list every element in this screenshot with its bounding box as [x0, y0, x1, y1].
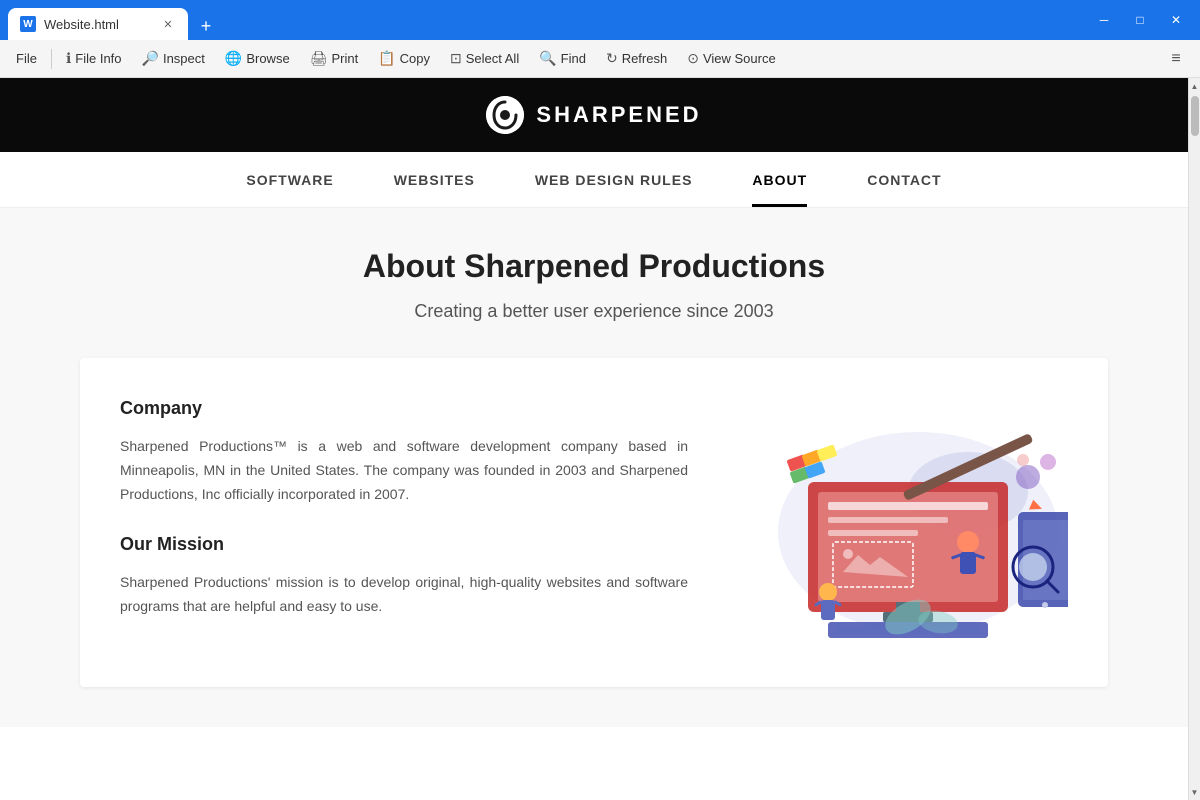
scrollbar-thumb[interactable] [1191, 96, 1199, 136]
browser-content: SHARPENED SOFTWARE WEBSITES WEB DESIGN R… [0, 78, 1200, 800]
site-header: SHARPENED [0, 78, 1188, 152]
inspect-icon: 🔎 [142, 50, 159, 67]
file-button[interactable]: File [8, 47, 45, 70]
tab-favicon: W [20, 16, 36, 32]
copy-icon: 📋 [378, 50, 395, 67]
print-label: Print [331, 51, 358, 66]
mission-heading: Our Mission [120, 534, 688, 555]
print-icon: 🖨 [310, 50, 328, 67]
tab-title: Website.html [44, 17, 152, 32]
tab-close-button[interactable]: ✕ [160, 16, 176, 32]
find-label: Find [561, 51, 586, 66]
page-title: About Sharpened Productions [80, 248, 1108, 285]
window-controls: ─ □ ✕ [1088, 4, 1192, 36]
file-info-button[interactable]: ℹ File Info [58, 46, 130, 71]
file-label: File [16, 51, 37, 66]
view-source-label: View Source [703, 51, 776, 66]
page-content: SHARPENED SOFTWARE WEBSITES WEB DESIGN R… [0, 78, 1188, 800]
company-heading: Company [120, 398, 688, 419]
site-navigation: SOFTWARE WEBSITES WEB DESIGN RULES ABOUT… [0, 152, 1188, 208]
view-source-button[interactable]: ⊙ View Source [679, 46, 783, 71]
refresh-label: Refresh [622, 51, 668, 66]
scrollbar-down-arrow[interactable]: ▼ [1189, 784, 1200, 800]
browse-button[interactable]: 🌐 Browse [217, 46, 298, 71]
title-bar: W Website.html ✕ + ─ □ ✕ [0, 0, 1200, 40]
minimize-button[interactable]: ─ [1088, 4, 1120, 36]
content-text: Company Sharpened Productions™ is a web … [120, 398, 688, 647]
nav-about[interactable]: ABOUT [752, 172, 807, 207]
select-all-label: Select All [466, 51, 519, 66]
browser-tab[interactable]: W Website.html ✕ [8, 8, 188, 40]
content-card: Company Sharpened Productions™ is a web … [80, 358, 1108, 687]
refresh-button[interactable]: ↻ Refresh [598, 46, 675, 71]
inspect-button[interactable]: 🔎 Inspect [134, 46, 213, 71]
refresh-icon: ↻ [606, 50, 618, 67]
logo-text: SHARPENED [536, 102, 701, 128]
print-button[interactable]: 🖨 Print [302, 46, 367, 71]
nav-web-design-rules[interactable]: WEB DESIGN RULES [535, 172, 693, 207]
toolbar-separator-1 [51, 49, 52, 69]
close-button[interactable]: ✕ [1160, 4, 1192, 36]
inspect-label: Inspect [163, 51, 205, 66]
scrollbar-track: ▲ ▼ [1188, 78, 1200, 800]
logo-icon [486, 96, 524, 134]
page-body: About Sharpened Productions Creating a b… [0, 208, 1188, 727]
tab-area: W Website.html ✕ + [8, 0, 1088, 40]
content-illustration [728, 398, 1068, 647]
browse-icon: 🌐 [225, 50, 242, 67]
mission-text: Sharpened Productions' mission is to dev… [120, 571, 688, 619]
nav-websites[interactable]: WEBSITES [394, 172, 475, 207]
toolbar: File ℹ File Info 🔎 Inspect 🌐 Browse 🖨 Pr… [0, 40, 1200, 78]
browse-label: Browse [246, 51, 289, 66]
copy-label: Copy [400, 51, 430, 66]
company-text: Sharpened Productions™ is a web and soft… [120, 435, 688, 506]
hamburger-menu-button[interactable]: ≡ [1160, 43, 1192, 75]
find-button[interactable]: 🔍 Find [531, 46, 594, 71]
scrollbar-up-arrow[interactable]: ▲ [1189, 78, 1200, 94]
page-subtitle: Creating a better user experience since … [80, 301, 1108, 322]
file-info-label: File Info [75, 51, 121, 66]
find-icon: 🔍 [539, 50, 556, 67]
new-tab-button[interactable]: + [192, 12, 220, 40]
nav-software[interactable]: SOFTWARE [246, 172, 333, 207]
restore-button[interactable]: □ [1124, 4, 1156, 36]
select-all-button[interactable]: ⊡ Select All [442, 46, 527, 71]
nav-contact[interactable]: CONTACT [867, 172, 941, 207]
copy-button[interactable]: 📋 Copy [370, 46, 438, 71]
select-all-icon: ⊡ [450, 50, 462, 67]
view-source-icon: ⊙ [687, 50, 699, 67]
file-info-icon: ℹ [66, 50, 71, 67]
